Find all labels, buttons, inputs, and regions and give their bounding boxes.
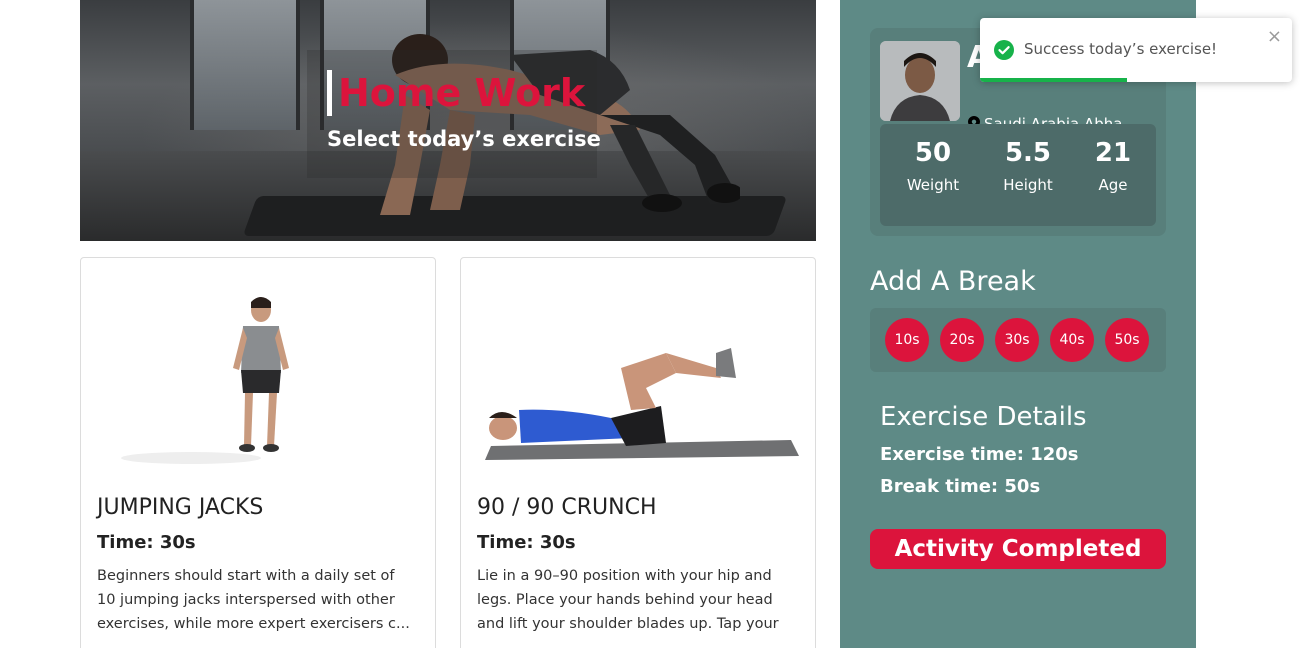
toast-progress-bar	[980, 78, 1127, 82]
close-icon[interactable]: ×	[1267, 28, 1282, 46]
details-title: Exercise Details	[880, 402, 1087, 432]
toast-message: Success today’s exercise!	[1024, 40, 1218, 58]
sidebar: A Saudi Arabia Abha 50 Weight 5.5 Height…	[840, 0, 1196, 648]
exercise-description: Lie in a 90–90 position with your hip an…	[477, 568, 779, 648]
activity-completed-button[interactable]: Activity Completed	[870, 529, 1166, 569]
stat-age: 21 Age	[1088, 136, 1138, 194]
exercise-title: 90 / 90 CRUNCH	[477, 495, 657, 520]
stats-panel: 50 Weight 5.5 Height 21 Age	[880, 124, 1156, 226]
hero-banner: Home Work Select today’s exercise	[80, 0, 816, 241]
exercise-time: Time: 30s	[477, 532, 576, 553]
success-toast[interactable]: Success today’s exercise! ×	[980, 18, 1292, 82]
exercise-card-90-90-crunch[interactable]: 90 / 90 CRUNCH Time: 30s Lie in a 90–90 …	[460, 257, 816, 648]
break-time-total: Break time: 50s	[880, 476, 1041, 497]
break-30s-button[interactable]: 30s	[995, 318, 1039, 362]
exercise-card-jumping-jacks[interactable]: JUMPING JACKS Time: 30s Beginners should…	[80, 257, 436, 648]
stat-height: 5.5 Height	[993, 136, 1063, 194]
break-20s-button[interactable]: 20s	[940, 318, 984, 362]
height-label: Height	[1003, 176, 1053, 194]
break-options: 10s 20s 30s 40s 50s	[870, 308, 1166, 372]
exercise-title: JUMPING JACKS	[97, 495, 264, 520]
exercise-time: Time: 30s	[97, 532, 196, 553]
background-window	[190, 0, 300, 130]
hero-subtitle: Select today’s exercise	[327, 127, 601, 151]
exercise-time-total: Exercise time: 120s	[880, 444, 1079, 465]
stat-weight: 50 Weight	[898, 136, 968, 194]
exercise-description: Beginners should start with a daily set …	[97, 568, 410, 632]
weight-label: Weight	[906, 176, 960, 194]
avatar	[880, 41, 960, 121]
jumping-jacks-image	[121, 297, 289, 464]
break-title: Add A Break	[870, 266, 1036, 297]
age-label: Age	[1098, 176, 1128, 194]
break-10s-button[interactable]: 10s	[885, 318, 929, 362]
hero-title: Home Work	[327, 70, 585, 116]
break-40s-button[interactable]: 40s	[1050, 318, 1094, 362]
check-circle-icon	[994, 40, 1014, 60]
height-value: 5.5	[1004, 138, 1052, 168]
break-50s-button[interactable]: 50s	[1105, 318, 1149, 362]
weight-value: 50	[914, 138, 952, 168]
crunch-image	[485, 348, 799, 460]
age-value: 21	[1094, 138, 1132, 168]
